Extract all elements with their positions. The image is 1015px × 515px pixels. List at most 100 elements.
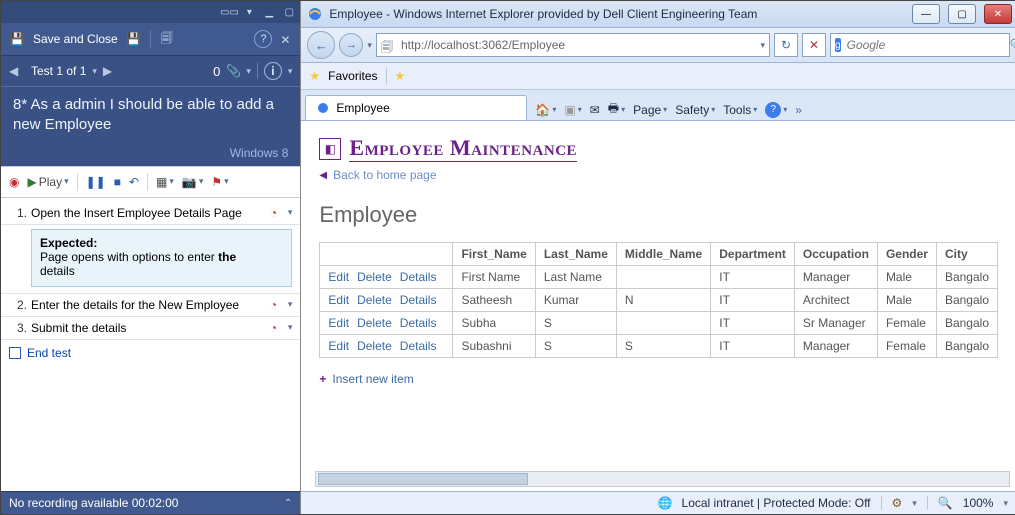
delete-link[interactable]: Delete xyxy=(357,293,392,307)
details-link[interactable]: Details xyxy=(400,339,437,353)
close-button[interactable]: ✕ xyxy=(984,4,1012,24)
details-link[interactable]: Details xyxy=(400,293,437,307)
attachment-icon[interactable]: 📎 xyxy=(226,64,240,78)
security-zone: Local intranet | Protected Mode: Off xyxy=(682,496,871,510)
search-icon[interactable]: 🔍 xyxy=(1010,38,1015,52)
safety-menu[interactable]: Safety▾ xyxy=(675,103,715,117)
stop-button[interactable]: ✕ xyxy=(802,33,826,57)
zoom-dropdown-icon[interactable]: ▾ xyxy=(1003,498,1008,509)
print-menu[interactable]: 🖶▾ xyxy=(608,99,625,120)
end-test-link[interactable]: End test xyxy=(1,340,300,366)
step-result-icon[interactable]: ◔ xyxy=(270,298,284,312)
delete-link[interactable]: Delete xyxy=(357,270,392,284)
cell xyxy=(616,266,710,289)
scrollbar-thumb[interactable] xyxy=(318,473,528,485)
command-bar: 🏠▾ ▣▾ ✉ 🖶▾ Page▾ Safety▾ Tools▾ ?▾ » xyxy=(527,99,1015,120)
home-menu[interactable]: 🏠▾ xyxy=(535,103,556,117)
maximize-icon[interactable]: ▢ xyxy=(282,5,296,19)
pause-icon[interactable]: ❚❚ xyxy=(86,175,106,189)
next-test-icon[interactable]: ▶ xyxy=(103,64,119,78)
details-link[interactable]: Details xyxy=(400,316,437,330)
maximize-button[interactable]: ▢ xyxy=(948,4,976,24)
back-home-link[interactable]: ◀ Back to home page xyxy=(319,168,998,182)
prev-test-icon[interactable]: ◀ xyxy=(9,64,25,78)
search-input[interactable] xyxy=(845,37,1006,53)
step-result-icon[interactable]: ◔ xyxy=(270,206,284,220)
feeds-menu[interactable]: ▣▾ xyxy=(564,103,581,117)
capture-grid-icon[interactable]: ▦▾ xyxy=(156,175,174,189)
minimize-button[interactable]: — xyxy=(912,4,940,24)
save-close-icon[interactable]: 💾 xyxy=(9,31,25,47)
zoom-level[interactable]: 100% xyxy=(963,496,994,510)
step-row[interactable]: 2. Enter the details for the New Employe… xyxy=(1,293,300,317)
help-menu[interactable]: ?▾ xyxy=(765,102,787,118)
edit-link[interactable]: Edit xyxy=(328,293,349,307)
step-result-dropdown-icon[interactable]: ▾ xyxy=(288,299,293,310)
page-menu[interactable]: Page▾ xyxy=(633,103,667,117)
undo-icon[interactable]: ↶ xyxy=(129,175,139,189)
test-counter-dropdown-icon[interactable]: ▾ xyxy=(92,66,97,77)
favorites-label[interactable]: Favorites xyxy=(328,69,377,83)
camera-icon[interactable]: 📷▾ xyxy=(182,175,203,189)
save-icon[interactable]: 💾 xyxy=(126,31,142,47)
page-icon: 🗐 xyxy=(381,38,395,52)
delete-link[interactable]: Delete xyxy=(357,339,392,353)
step-row[interactable]: 3. Submit the details ◔ ▾ xyxy=(1,317,300,340)
url-dropdown-icon[interactable]: ▾ xyxy=(760,40,765,51)
edit-link[interactable]: Edit xyxy=(328,339,349,353)
address-bar[interactable]: 🗐 ▾ xyxy=(376,33,770,57)
chevron-down-icon[interactable]: ▾ xyxy=(242,5,256,19)
play-button[interactable]: ▶ Play ▾ xyxy=(27,175,68,189)
minimize-icon[interactable]: ▁ xyxy=(262,5,276,19)
create-copy-icon[interactable]: 🗐 xyxy=(159,31,175,47)
col-header[interactable]: Middle_Name xyxy=(616,243,710,266)
browser-tab[interactable]: Employee xyxy=(305,95,527,120)
stop-icon[interactable]: ■ xyxy=(114,175,121,189)
info-dropdown-icon[interactable]: ▾ xyxy=(288,66,293,77)
save-close-button[interactable]: Save and Close xyxy=(33,32,118,46)
step-result-icon[interactable]: ◔ xyxy=(270,321,284,335)
step-text: Enter the details for the New Employee xyxy=(31,298,266,312)
tools-menu[interactable]: Tools▾ xyxy=(723,103,757,117)
col-header[interactable]: Department xyxy=(711,243,795,266)
record-icon[interactable]: ◉ xyxy=(9,175,19,189)
back-button[interactable]: ← xyxy=(307,31,335,59)
forward-button[interactable]: → xyxy=(339,33,363,57)
search-box[interactable]: g 🔍 ▾ xyxy=(830,33,1010,57)
col-header[interactable]: Occupation xyxy=(794,243,877,266)
protected-mode-icon[interactable]: ⚙ xyxy=(892,496,903,510)
cell: Bangalo xyxy=(936,289,997,312)
col-header[interactable]: City xyxy=(936,243,997,266)
zoom-icon[interactable]: 🔍 xyxy=(938,496,953,510)
read-mail-icon[interactable]: ✉ xyxy=(590,103,600,117)
col-header[interactable]: First_Name xyxy=(453,243,535,266)
col-header[interactable]: Last_Name xyxy=(535,243,616,266)
delete-link[interactable]: Delete xyxy=(357,316,392,330)
help-icon[interactable]: ? xyxy=(254,30,272,48)
test-counter[interactable]: Test 1 of 1 xyxy=(31,64,86,78)
dock-icon[interactable]: ▭▭ xyxy=(222,5,236,19)
attachment-dropdown-icon[interactable]: ▾ xyxy=(246,66,251,77)
url-input[interactable] xyxy=(399,37,757,53)
insert-new-link[interactable]: + Insert new item xyxy=(319,372,998,386)
favorites-star-icon[interactable]: ★ xyxy=(309,69,320,83)
step-row[interactable]: 1. Open the Insert Employee Details Page… xyxy=(1,202,300,225)
horizontal-scrollbar[interactable] xyxy=(315,471,1010,487)
details-link[interactable]: Details xyxy=(400,270,437,284)
edit-link[interactable]: Edit xyxy=(328,270,349,284)
step-result-dropdown-icon[interactable]: ▾ xyxy=(288,207,293,218)
status-chevron-icon[interactable]: ⌃ xyxy=(284,498,292,509)
refresh-button[interactable]: ↻ xyxy=(774,33,798,57)
add-favorite-icon[interactable]: ★ xyxy=(395,69,406,83)
close-icon[interactable]: ✕ xyxy=(280,33,292,45)
bug-flag-icon[interactable]: ⚑▾ xyxy=(211,175,228,189)
end-test-icon xyxy=(9,347,21,359)
ie-titlebar: Employee - Windows Internet Explorer pro… xyxy=(301,1,1015,28)
history-dropdown-icon[interactable]: ▾ xyxy=(367,40,372,51)
ie-window: Employee - Windows Internet Explorer pro… xyxy=(301,1,1015,514)
step-result-dropdown-icon[interactable]: ▾ xyxy=(288,322,293,333)
edit-link[interactable]: Edit xyxy=(328,316,349,330)
col-header[interactable]: Gender xyxy=(877,243,936,266)
info-icon[interactable]: i xyxy=(264,62,282,80)
expand-toolbar-icon[interactable]: » xyxy=(795,103,802,117)
